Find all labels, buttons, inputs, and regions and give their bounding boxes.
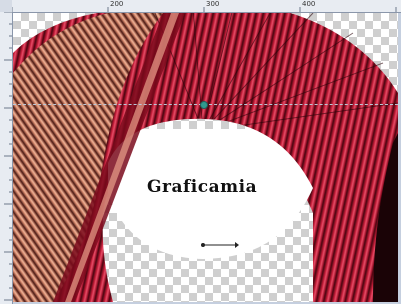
horizontal-ruler[interactable]: 200 300 400: [12, 0, 401, 13]
canvas-text-layer[interactable]: Graficamia: [147, 177, 257, 197]
ruler-label: 200: [110, 0, 124, 8]
ruler-label: 300: [206, 0, 220, 8]
guide-handle-icon[interactable]: [200, 101, 208, 109]
image-editor-canvas-area: 200 300 400 Graficamia: [0, 0, 401, 304]
transform-arrow-icon[interactable]: [199, 241, 239, 249]
ruler-ticks-left: [4, 12, 12, 301]
ruler-label: 400: [302, 0, 316, 8]
vertical-ruler[interactable]: [0, 12, 13, 304]
document-canvas[interactable]: Graficamia: [13, 13, 398, 302]
red-fan-artwork: [13, 13, 398, 302]
